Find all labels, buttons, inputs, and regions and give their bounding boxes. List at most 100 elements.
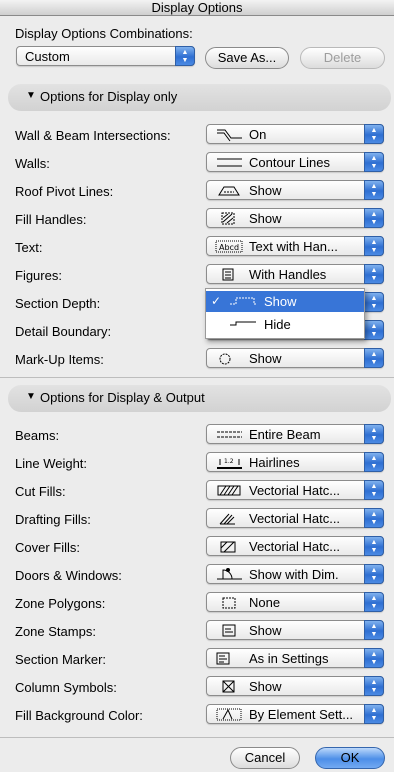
option-label: Fill Background Color: [15,708,143,723]
option-popup[interactable]: None ▲ ▼ [206,592,384,612]
chevron-updown-icon: ▲ ▼ [364,704,384,724]
option-popup[interactable]: 1.2 Hairlines ▲ ▼ [206,452,384,472]
option-popup[interactable]: Show ▲▼ [206,348,384,368]
option-value: On [249,127,267,142]
section-depth-hide-icon [230,321,256,326]
intersection-icon [217,129,242,142]
option-value: Show [249,351,282,366]
option-label: Roof Pivot Lines: [15,184,114,199]
section-header-display-output[interactable]: ▼ Options for Display & Output [8,385,391,412]
option-label: Zone Polygons: [15,596,106,611]
chevron-updown-icon: ▲ ▼ [364,124,384,144]
chevron-updown-icon: ▲ ▼ [364,480,384,500]
option-label: Figures: [15,268,62,283]
cut-fill-icon [217,485,241,496]
option-value: Hairlines [249,455,300,470]
disclosure-triangle-icon: ▼ [26,90,36,101]
divider [0,737,394,738]
option-value: Vectorial Hatc... [249,539,341,554]
option-popup[interactable]: Contour Lines ▲ ▼ [206,152,384,172]
menu-item-label: Hide [264,317,291,332]
chevron-updown-icon: ▲ ▼ [364,676,384,696]
section-header-display-only[interactable]: ▼ Options for Display only [8,84,391,111]
chevron-updown-icon: ▲ ▼ [175,46,195,66]
chevron-updown-icon: ▲ ▼ [364,292,384,312]
option-popup[interactable]: Vectorial Hatc... ▲ ▼ [206,508,384,528]
chevron-updown-icon: ▲ ▼ [364,264,384,284]
option-value: Show [249,183,282,198]
option-value: Show [249,623,282,638]
option-value: As in Settings [249,651,329,666]
ok-button[interactable]: OK [315,747,385,769]
svg-text:Abcd: Abcd [219,243,239,252]
roof-icon [218,186,240,196]
combinations-value: Custom [25,49,70,64]
chevron-updown-icon: ▲ ▼ [364,424,384,444]
fill-background-icon [216,708,242,721]
option-value: Contour Lines [249,155,330,170]
window-title: Display Options [0,0,394,16]
door-window-icon [217,568,242,580]
menu-item-hide[interactable]: Hide [206,314,364,335]
option-label: Walls: [15,156,50,171]
chevron-updown-icon: ▲ ▼ [364,564,384,584]
zone-stamp-icon [222,624,236,637]
option-popup[interactable]: Show ▲▼ [206,208,384,228]
option-label: Beams: [15,428,60,443]
chevron-updown-icon: ▲ ▼ [364,180,384,200]
option-value: Show [249,211,282,226]
combinations-label: Display Options Combinations: [15,26,193,41]
option-label: Fill Handles: [15,212,87,227]
chevron-updown-icon: ▲ ▼ [364,208,384,228]
option-popup[interactable]: Vectorial Hatc... ▲ ▼ [206,480,384,500]
chevron-updown-icon: ▲ ▼ [364,536,384,556]
beam-icon [217,431,242,438]
option-label: Mark-Up Items: [15,352,104,367]
option-label: Zone Stamps: [15,624,96,639]
option-popup[interactable]: Show ▲▼ [206,676,384,696]
option-label: Doors & Windows: [15,568,122,583]
option-popup[interactable]: With Handles ▲ ▼ [206,264,384,284]
section-marker-icon [216,652,230,665]
option-popup[interactable]: Show ▲▼ [206,180,384,200]
chevron-updown-icon: ▲ ▼ [364,620,384,640]
combinations-popup[interactable]: Custom ▲ ▼ [16,46,195,66]
disclosure-triangle-icon: ▼ [26,391,36,402]
section-depth-icon [230,297,256,305]
section-title: Options for Display & Output [40,390,205,405]
option-label: Line Weight: [15,456,88,471]
chevron-updown-icon: ▲ ▼ [364,452,384,472]
option-popup[interactable]: Show ▲▼ [206,620,384,640]
section-depth-menu[interactable]: ✓ Show Hide [205,288,365,339]
contour-lines-icon [217,158,242,167]
chevron-updown-icon: ▲ ▼ [364,152,384,172]
option-value: Show with Dim. [249,567,339,582]
option-popup[interactable]: Vectorial Hatc... ▲ ▼ [206,536,384,556]
divider [0,377,394,378]
option-popup[interactable]: As in Settings ▲ ▼ [206,648,384,668]
chevron-updown-icon: ▲ ▼ [364,348,384,368]
option-value: By Element Sett... [249,707,354,722]
chevron-updown-icon: ▲ ▼ [364,320,384,340]
svg-text:1.2: 1.2 [224,458,234,465]
checkmark-icon: ✓ [211,294,222,308]
cancel-button[interactable]: Cancel [230,747,300,769]
text-handles-icon: Abcd [215,240,243,253]
option-popup[interactable]: By Element Sett... ▲ ▼ [206,704,384,724]
option-label: Detail Boundary: [15,324,112,339]
menu-item-show[interactable]: ✓ Show [206,291,364,312]
delete-button[interactable]: Delete [300,47,385,69]
option-popup[interactable]: Abcd Text with Han... ▲ ▼ [206,236,384,256]
option-label: Text: [15,240,43,255]
zone-polygon-icon [222,597,236,609]
markup-cloud-icon [219,353,231,365]
option-popup[interactable]: Show with Dim. ▲ ▼ [206,564,384,584]
option-value: Text with Han... [249,239,338,254]
drafting-fill-icon [219,513,235,525]
option-popup[interactable]: On ▲ ▼ [206,124,384,144]
option-label: Cut Fills: [15,484,66,499]
chevron-updown-icon: ▲ ▼ [364,648,384,668]
save-as-button[interactable]: Save As... [205,47,289,69]
option-value: None [249,595,281,610]
option-popup[interactable]: Entire Beam ▲ ▼ [206,424,384,444]
